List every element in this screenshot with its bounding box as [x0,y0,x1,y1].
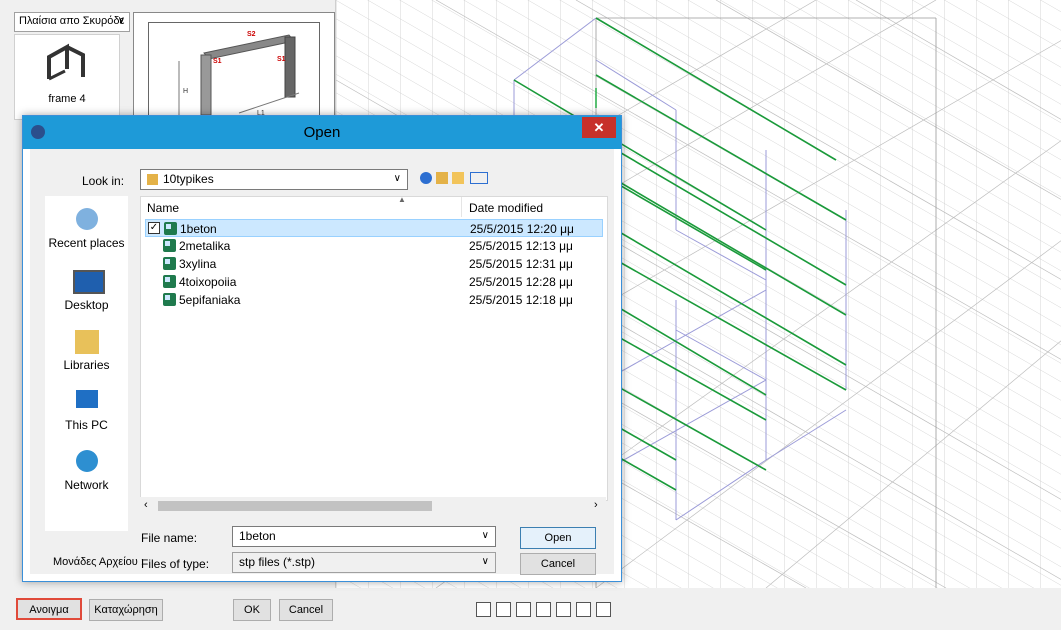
column-header-date[interactable]: Date modified [469,201,543,215]
label-s1-left: S1 [213,58,222,65]
view-7-icon[interactable] [596,602,611,617]
chevron-down-icon: ∨ [393,173,401,184]
look-in-select[interactable]: 10typikes ∨ [140,169,408,190]
place-libraries[interactable]: Libraries [45,326,128,372]
up-folder-icon[interactable] [436,172,448,184]
file-date: 25/5/2015 12:13 μμ [469,239,573,253]
place-network[interactable]: Network [45,446,128,492]
horizontal-scrollbar[interactable]: ‹ › [140,497,606,514]
open-dialog: Open ✕ Look in: 10typikes ∨ Recent place… [22,115,622,582]
thumbnail-frame-4[interactable]: frame 4 [14,34,120,120]
file-units-label: Μονάδες Αρχείου : [53,556,144,568]
view-4-icon[interactable] [536,602,551,617]
sort-ascending-icon: ▲ [398,195,406,204]
chevron-down-icon: ∨ [481,556,489,567]
new-folder-icon[interactable] [452,172,464,184]
file-type-label: Files of type: [141,557,210,571]
look-in-value: 10typikes [163,172,214,186]
place-recent[interactable]: Recent places [45,204,128,250]
label-s1-right: S1 [277,56,286,63]
look-in-label: Look in: [82,174,125,188]
ok-button[interactable]: OK [233,599,271,621]
frame-thumbnail-icon [47,43,85,81]
row-checkbox[interactable]: ✓ [148,222,160,234]
label-s2: S2 [247,31,256,38]
stp-file-icon [163,257,176,270]
stp-file-icon [163,293,176,306]
scroll-left-icon[interactable]: ‹ [144,499,148,511]
file-type-value: stp files (*.stp) [239,555,316,569]
folder-icon [147,174,158,185]
place-recent-label: Recent places [48,236,125,250]
place-desktop[interactable]: Desktop [45,266,128,312]
stp-file-icon [164,222,177,235]
file-name-input[interactable]: 1beton ∨ [232,526,496,547]
view-6-icon[interactable] [576,602,591,617]
file-name: 3xylina [179,257,217,271]
save-button[interactable]: Καταχώρηση [89,599,163,621]
column-divider [461,197,462,217]
this-pc-icon [70,386,104,416]
place-this-pc[interactable]: This PC [45,386,128,432]
file-row-5epifaniaka[interactable]: 5epifaniaka 25/5/2015 12:18 μμ [145,291,603,309]
file-row-4toixopoiia[interactable]: 4toixopoiia 25/5/2015 12:28 μμ [145,273,603,291]
file-date: 25/5/2015 12:20 μμ [470,222,574,236]
libraries-icon [70,326,104,356]
view-menu-icon[interactable] [470,172,488,184]
iso-view-1-icon[interactable] [476,602,491,617]
chevron-down-icon: ∨ [117,15,125,26]
file-name: 4toixopoiia [179,275,237,289]
cancel-button[interactable]: Cancel [279,599,333,621]
dialog-open-button[interactable]: Open [520,527,596,549]
chevron-down-icon: ∨ [481,530,489,541]
recent-places-icon [70,204,104,234]
file-date: 25/5/2015 12:28 μμ [469,275,573,289]
scroll-thumb[interactable] [158,501,432,511]
file-name: 2metalika [179,239,231,253]
stp-file-icon [163,275,176,288]
iso-view-2-icon[interactable] [496,602,511,617]
iso-view-3-icon[interactable] [516,602,531,617]
close-button[interactable]: ✕ [582,117,616,138]
file-type-select[interactable]: stp files (*.stp) ∨ [232,552,496,573]
label-h: H [183,88,188,95]
scroll-right-icon[interactable]: › [594,499,598,511]
dialog-body: Look in: 10typikes ∨ Recent places Deskt… [30,149,614,575]
thumbnail-label: frame 4 [48,93,86,105]
file-row-1beton[interactable]: ✓ 1beton 25/5/2015 12:20 μμ [145,219,603,237]
dialog-cancel-button[interactable]: Cancel [520,553,596,575]
category-select[interactable]: Πλαίσια απο Σκυρόδε ∨ [14,12,130,32]
file-date: 25/5/2015 12:31 μμ [469,257,573,271]
column-header-name[interactable]: Name [147,201,179,215]
place-libraries-label: Libraries [63,358,110,372]
place-network-label: Network [64,478,109,492]
back-icon[interactable] [420,172,432,184]
category-select-value: Πλαίσια απο Σκυρόδε [19,15,125,27]
file-row-2metalika[interactable]: 2metalika 25/5/2015 12:13 μμ [145,237,603,255]
view-5-icon[interactable] [556,602,571,617]
file-name: 5epifaniaka [179,293,241,307]
place-desktop-label: Desktop [64,298,109,312]
file-name-value: 1beton [239,529,276,543]
network-icon [70,446,104,476]
file-list[interactable]: ▲ Name Date modified ✓ 1beton 25/5/2015 … [140,195,608,501]
file-name-label: File name: [141,531,198,545]
places-bar: Recent places Desktop Libraries This PC … [45,196,128,531]
file-name: 1beton [180,222,217,236]
dialog-title: Open [303,124,341,141]
open-button[interactable]: Ανοιγμα [16,598,82,620]
file-date: 25/5/2015 12:18 μμ [469,293,573,307]
file-row-3xylina[interactable]: 3xylina 25/5/2015 12:31 μμ [145,255,603,273]
desktop-icon [70,266,105,296]
place-this-pc-label: This PC [65,418,108,432]
preview-image: S2 S1 S1 H L1 [148,22,320,120]
stp-file-icon [163,239,176,252]
frame-preview-drawing: S2 S1 S1 H L1 [178,31,300,117]
